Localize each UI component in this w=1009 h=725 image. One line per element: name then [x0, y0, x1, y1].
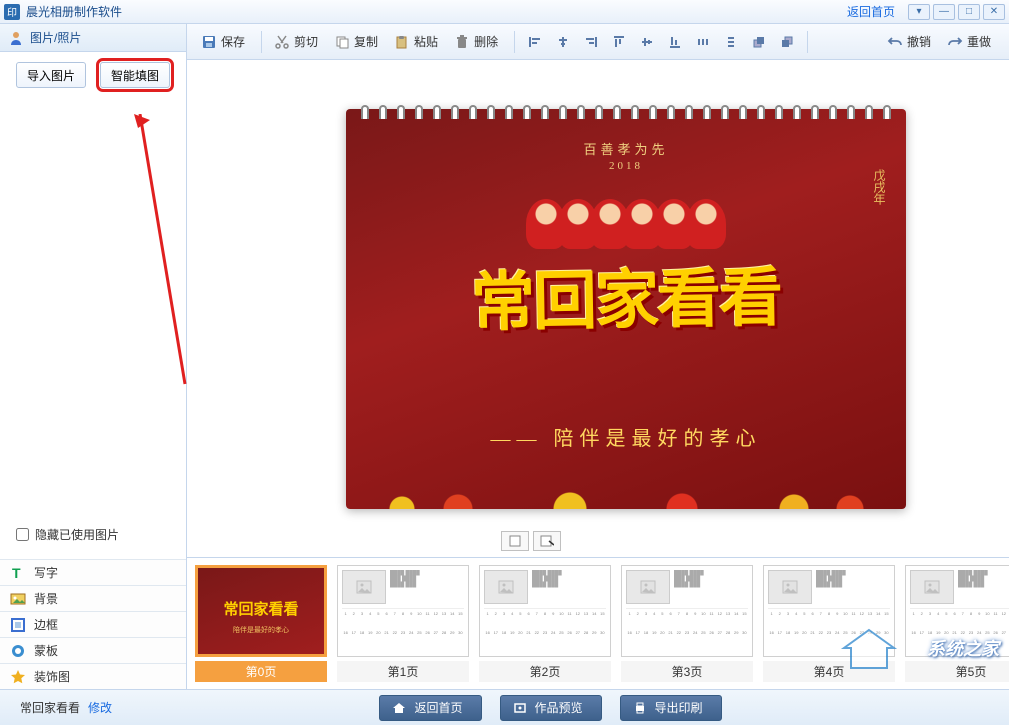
delete-icon [454, 34, 470, 50]
thumb-page-5[interactable]: ████ ███████ ████████ ███123456789101112… [905, 565, 1009, 682]
align-center-h-button[interactable] [552, 31, 574, 53]
delete-button[interactable]: 删除 [448, 29, 504, 55]
svg-text:T: T [12, 565, 21, 581]
save-icon [201, 34, 217, 50]
align-center-v-button[interactable] [636, 31, 658, 53]
app-title: 晨光相册制作软件 [26, 3, 847, 20]
page-controls [501, 531, 561, 551]
align-left-button[interactable] [524, 31, 546, 53]
mask-icon [10, 643, 26, 659]
print-icon [633, 701, 647, 715]
thumb-page-4[interactable]: ████ ███████ ████████ ███123456789101112… [763, 565, 895, 682]
thumb-page-1[interactable]: ████ ███████ ████████ ███123456789101112… [337, 565, 469, 682]
sidebar: 图片/照片 导入图片 智能填图 隐藏已使用图片 T 写字 背景 [0, 24, 187, 689]
project-name: 常回家看看 [20, 699, 80, 716]
edit-name-link[interactable]: 修改 [88, 699, 112, 716]
cover-subtitle: 陪伴是最好的孝心 [346, 422, 906, 451]
undo-button[interactable]: 撤销 [881, 29, 937, 55]
page-settings-button[interactable] [533, 531, 561, 551]
sidebar-tab-background[interactable]: 背景 [0, 585, 186, 611]
cut-button[interactable]: 剪切 [268, 29, 324, 55]
preview-icon [513, 701, 527, 715]
copy-icon [334, 34, 350, 50]
undo-icon [887, 34, 903, 50]
redo-button[interactable]: 重做 [941, 29, 997, 55]
sidebar-tab-decoration[interactable]: 装饰图 [0, 663, 186, 689]
spiral-binding [356, 105, 896, 119]
person-icon [8, 30, 24, 46]
cover-main-title: 常回家看看 [345, 244, 907, 346]
preview-button[interactable]: 作品预览 [500, 695, 602, 721]
smart-fill-button[interactable]: 智能填图 [100, 62, 170, 88]
paste-icon [394, 34, 410, 50]
home-icon [392, 701, 406, 715]
star-icon [10, 669, 26, 685]
thumb-page-3[interactable]: ████ ███████ ████████ ███123456789101112… [621, 565, 753, 682]
paste-button[interactable]: 粘贴 [388, 29, 444, 55]
thumb-page-0[interactable]: 常回家看看陪伴是最好的孝心 第0页 [195, 565, 327, 682]
sidebar-tab-mask[interactable]: 蒙板 [0, 637, 186, 663]
hide-used-checkbox[interactable]: 隐藏已使用图片 [16, 526, 170, 543]
titlebar: 印 晨光相册制作软件 返回首页 ▾ — □ ✕ [0, 0, 1009, 24]
align-right-button[interactable] [580, 31, 602, 53]
save-button[interactable]: 保存 [195, 29, 251, 55]
sidebar-tab-text[interactable]: T 写字 [0, 559, 186, 585]
canvas-viewport[interactable]: 百善孝为先 2018 戊戌年 常回家看看 陪伴是最好的孝心 [187, 60, 1009, 557]
text-icon: T [10, 565, 26, 581]
minimize-button[interactable]: — [933, 4, 955, 20]
copy-button[interactable]: 复制 [328, 29, 384, 55]
export-print-button[interactable]: 导出印刷 [620, 695, 722, 721]
page-thumbnails: 常回家看看陪伴是最好的孝心 第0页 ████ ███████ ████████ … [187, 558, 1009, 689]
bring-front-button[interactable] [748, 31, 770, 53]
cover-family-illustration [530, 199, 722, 249]
align-top-button[interactable] [608, 31, 630, 53]
send-back-button[interactable] [776, 31, 798, 53]
close-button[interactable]: ✕ [983, 4, 1005, 20]
annotation-arrow [130, 114, 190, 394]
toolbar: 保存 剪切 复制 粘贴 删除 撤销 重做 [187, 24, 1009, 60]
sidebar-header-images[interactable]: 图片/照片 [0, 24, 186, 52]
home-link[interactable]: 返回首页 [847, 3, 895, 20]
cover-side-text: 戊戌年 [871, 169, 888, 205]
page-blank-button[interactable] [501, 531, 529, 551]
back-home-button[interactable]: 返回首页 [379, 695, 481, 721]
canvas-area: 百善孝为先 2018 戊戌年 常回家看看 陪伴是最好的孝心 常回家看看陪伴是最好… [187, 60, 1009, 689]
distribute-v-button[interactable] [720, 31, 742, 53]
thumb-page-2[interactable]: ████ ███████ ████████ ███123456789101112… [479, 565, 611, 682]
cover-flowers [346, 459, 906, 509]
cut-icon [274, 34, 290, 50]
statusbar: 常回家看看 修改 返回首页 作品预览 导出印刷 [0, 689, 1009, 725]
import-image-button[interactable]: 导入图片 [16, 62, 86, 88]
sidebar-tab-border[interactable]: 边框 [0, 611, 186, 637]
border-icon [10, 617, 26, 633]
app-icon: 印 [4, 4, 20, 20]
distribute-h-button[interactable] [692, 31, 714, 53]
background-icon [10, 591, 26, 607]
album-cover[interactable]: 百善孝为先 2018 戊戌年 常回家看看 陪伴是最好的孝心 [346, 109, 906, 509]
dropdown-button[interactable]: ▾ [908, 4, 930, 20]
align-bottom-button[interactable] [664, 31, 686, 53]
redo-icon [947, 34, 963, 50]
maximize-button[interactable]: □ [958, 4, 980, 20]
